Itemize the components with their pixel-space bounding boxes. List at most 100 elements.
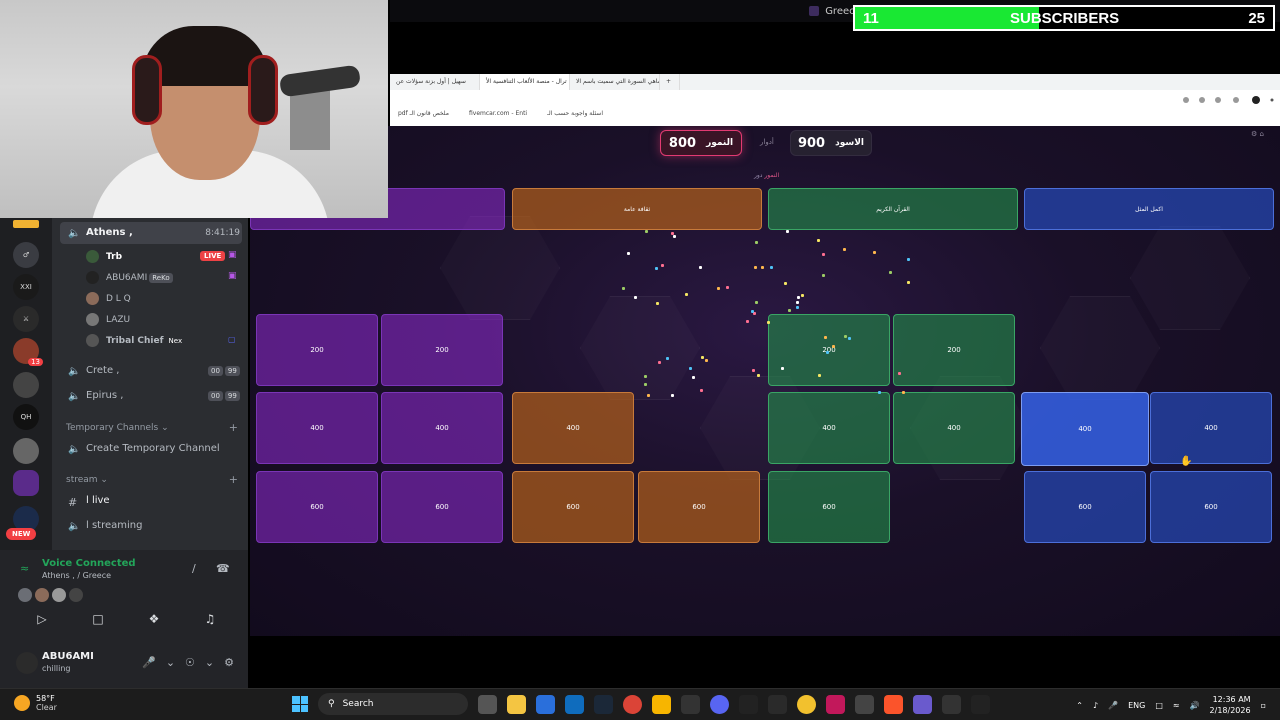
display-icon[interactable]: □ (1155, 701, 1163, 710)
activities-icon[interactable]: ❖ (146, 612, 162, 626)
brave-icon[interactable] (884, 694, 903, 714)
voice-user[interactable]: D L Q (86, 292, 131, 305)
add-channel-icon[interactable]: + (229, 473, 238, 486)
question-cell[interactable]: 400 (381, 392, 503, 464)
question-cell[interactable]: 200 (893, 314, 1015, 386)
wifi-icon[interactable]: ≈ (1173, 701, 1180, 710)
channel-live[interactable]: # l live (68, 495, 110, 509)
settings-icon[interactable]: ⚙ ⌂ (1251, 130, 1264, 138)
voice-user[interactable]: Tribal Chief Nex (86, 334, 185, 347)
question-cell[interactable]: 600 (512, 471, 634, 543)
screen-share-icon[interactable]: □ (90, 612, 106, 626)
steam-icon[interactable] (594, 694, 613, 714)
bookmark-item[interactable]: pdf ملخص قانون الـ (398, 110, 449, 117)
chrome-icon[interactable] (623, 694, 642, 714)
server-icon-selected[interactable] (13, 470, 39, 496)
server-icon[interactable] (13, 220, 39, 228)
weather-widget[interactable]: 58°F Clear (14, 694, 57, 712)
soundboard-icon[interactable]: ♫ (202, 612, 218, 626)
chevron-up-icon[interactable]: ⌃ (1076, 701, 1083, 710)
question-cell[interactable]: 400 (893, 392, 1015, 464)
question-cell[interactable]: 600 (638, 471, 760, 543)
question-cell[interactable]: 400 (768, 392, 890, 464)
gear-icon[interactable]: ⚙ (224, 656, 234, 669)
headphones-icon[interactable]: ☉ (185, 656, 195, 669)
xbox-icon[interactable] (768, 694, 787, 714)
file-explorer-icon[interactable] (507, 694, 526, 714)
camera-off-icon[interactable]: ▷ (34, 612, 50, 626)
bookmark-item[interactable]: اسئلة واجوبة حسب الـ (547, 110, 603, 117)
outlook-icon[interactable] (565, 694, 584, 714)
question-cell[interactable]: 600 (1150, 471, 1272, 543)
question-cell[interactable]: 600 (256, 471, 378, 543)
channel-epirus[interactable]: 🔈 Epirus , (68, 390, 123, 402)
add-channel-icon[interactable]: + (229, 421, 238, 434)
server-icon[interactable] (13, 438, 39, 464)
disconnect-icon[interactable]: ☎ (216, 562, 230, 575)
microphone-icon[interactable]: 🎤 (1108, 701, 1118, 710)
question-cell[interactable]: 200 (256, 314, 378, 386)
server-icon[interactable] (13, 372, 39, 398)
question-cell[interactable]: 400 (1150, 392, 1272, 464)
question-cell[interactable]: 600 (381, 471, 503, 543)
voice-user[interactable]: LAZU (86, 313, 130, 326)
confetti-piece (888, 270, 892, 274)
noise-suppression-icon[interactable]: ∕ (192, 562, 196, 575)
browser-tab[interactable]: سهيل | أول بزنة سؤلات عن (390, 74, 480, 90)
discord-icon[interactable] (710, 694, 729, 714)
channel-streaming[interactable]: 🔈 l streaming (68, 520, 142, 532)
bookmark-item[interactable]: fivemcar.com - Enti (469, 110, 527, 117)
channel-create-temporary[interactable]: 🔈 Create Temporary Channel (68, 443, 220, 455)
new-tab-icon[interactable]: + (660, 74, 680, 90)
category-stream[interactable]: stream ⌄ (66, 475, 108, 485)
browser-tab-active[interactable]: ترال - منصة الألعاب التنافسية الأ (480, 74, 570, 90)
chevron-down-icon[interactable]: ⌄ (166, 656, 175, 669)
address-bar[interactable] (390, 92, 1280, 108)
app-icon[interactable] (855, 694, 874, 714)
chevron-down-icon[interactable]: ⌄ (205, 656, 214, 669)
clock[interactable]: 12:36 AM 2/18/2026 (1210, 694, 1251, 716)
server-icon[interactable]: QH (13, 404, 39, 430)
notification-icon[interactable]: ▫ (1261, 701, 1266, 710)
obs-icon[interactable] (739, 694, 758, 714)
confetti-piece (825, 351, 829, 355)
question-cell[interactable]: 200 (381, 314, 503, 386)
language-indicator[interactable]: ENG (1128, 701, 1145, 710)
question-cell[interactable]: 600 (1024, 471, 1146, 543)
app-icon[interactable] (942, 694, 961, 714)
app-icon[interactable] (797, 694, 816, 714)
app-icon[interactable] (652, 694, 671, 714)
question-cell[interactable]: 400 (256, 392, 378, 464)
question-cell[interactable]: 400 (512, 392, 634, 464)
app-icon[interactable] (681, 694, 700, 714)
channel-athens-row[interactable]: 🔈 Athens , (68, 227, 133, 239)
server-icon[interactable]: 13 (13, 338, 43, 366)
question-cell[interactable]: 200 (768, 314, 890, 386)
avatar[interactable] (16, 652, 38, 674)
server-icon[interactable]: XXI (13, 274, 39, 300)
store-icon[interactable] (536, 694, 555, 714)
confetti-piece (906, 281, 910, 285)
question-cell-hover[interactable]: 400 (1021, 392, 1149, 466)
voice-channel-path[interactable]: Athens , / Greece (42, 571, 111, 580)
voice-status[interactable]: Voice Connected (42, 558, 136, 569)
subscriber-label: SUBSCRIBERS (1010, 9, 1120, 27)
app-icon[interactable] (826, 694, 845, 714)
voice-user[interactable]: Trb (86, 250, 122, 263)
app-icon[interactable] (913, 694, 932, 714)
microphone-icon[interactable]: 🎤 (142, 656, 156, 669)
category-temporary[interactable]: Temporary Channels ⌄ (66, 423, 169, 433)
taskview-icon[interactable] (478, 694, 497, 714)
speaker-icon[interactable]: 🔊 (1190, 701, 1200, 710)
volume-icon[interactable]: ♪ (1093, 701, 1098, 710)
confetti-piece (701, 356, 705, 360)
voice-user[interactable]: ABU6AMI ReKo (86, 271, 173, 284)
question-cell[interactable]: 600 (768, 471, 890, 543)
server-icon[interactable]: ⚔ (13, 306, 39, 332)
start-icon[interactable] (292, 696, 308, 712)
taskbar-search[interactable]: ⚲ Search (318, 693, 468, 715)
browser-tab[interactable]: ماهي السورة التي سميت باسم الا (570, 74, 660, 90)
channel-crete[interactable]: 🔈 Crete , (68, 365, 119, 377)
server-icon[interactable]: ♂ (13, 242, 39, 268)
app-icon[interactable] (971, 694, 990, 714)
